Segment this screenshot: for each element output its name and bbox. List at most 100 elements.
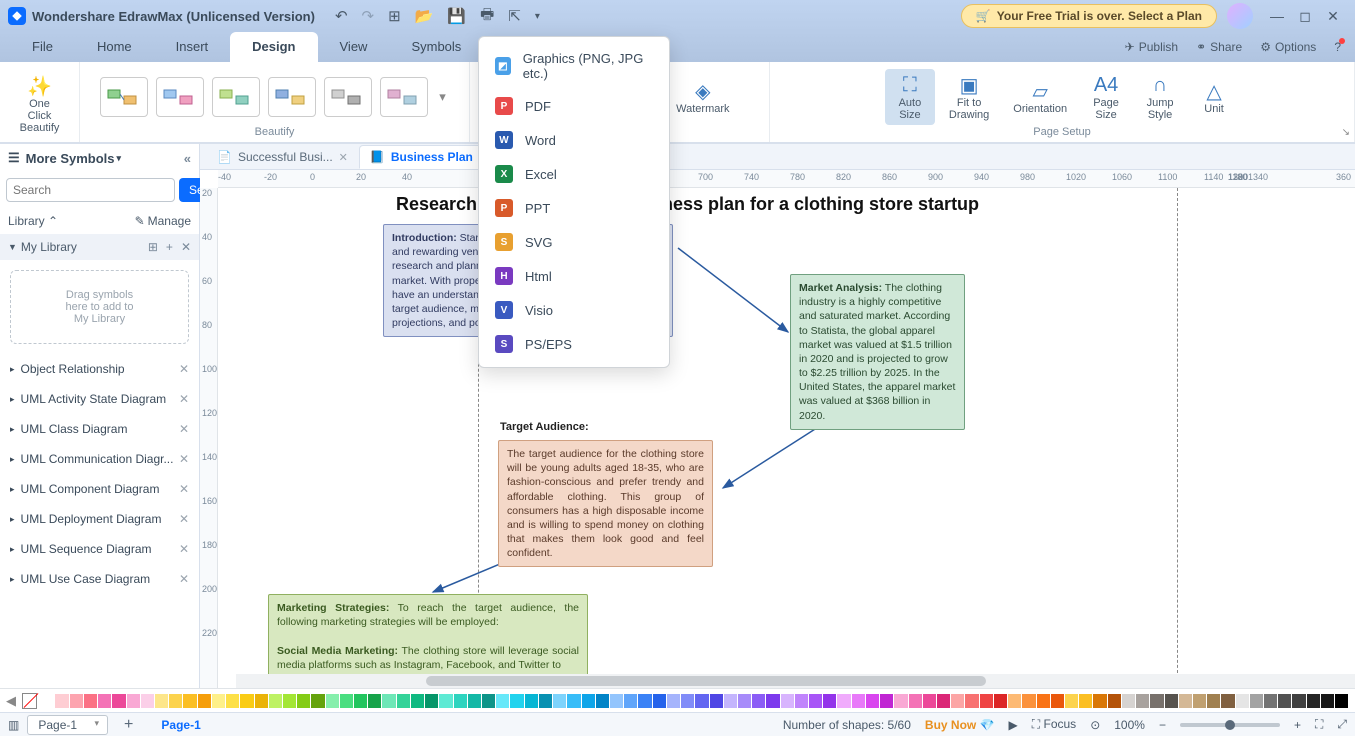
open-icon[interactable]: 📂: [415, 7, 434, 25]
jump-style-button[interactable]: ∩Jump Style: [1135, 69, 1185, 125]
help-button[interactable]: ?: [1334, 40, 1341, 54]
color-swatch[interactable]: [1179, 694, 1192, 708]
maximize-button[interactable]: ◻: [1291, 8, 1319, 25]
color-swatch[interactable]: [894, 694, 907, 708]
zoom-out-button[interactable]: −: [1159, 718, 1166, 732]
color-swatch[interactable]: [681, 694, 694, 708]
color-swatch[interactable]: [1292, 694, 1305, 708]
color-swatch[interactable]: [141, 694, 154, 708]
color-swatch[interactable]: [1150, 694, 1163, 708]
orientation-button[interactable]: ▱Orientation: [1003, 75, 1077, 119]
color-swatch[interactable]: [1136, 694, 1149, 708]
color-swatch[interactable]: [127, 694, 140, 708]
color-swatch[interactable]: [198, 694, 211, 708]
redo-icon[interactable]: ↷: [362, 7, 375, 25]
color-swatch[interactable]: [297, 694, 310, 708]
color-swatch[interactable]: [382, 694, 395, 708]
color-swatch[interactable]: [1307, 694, 1320, 708]
library-category-item[interactable]: ▸UML Communication Diagr...✕: [0, 444, 199, 474]
color-swatch[interactable]: [525, 694, 538, 708]
export-pdf-item[interactable]: PPDF: [479, 89, 669, 123]
color-swatch[interactable]: [183, 694, 196, 708]
chevron-down-icon[interactable]: ▼: [8, 242, 17, 252]
theme-swatch-4[interactable]: [268, 77, 316, 117]
color-swatch[interactable]: [1278, 694, 1291, 708]
new-icon[interactable]: ⊞: [388, 7, 401, 25]
library-category-item[interactable]: ▸UML Sequence Diagram✕: [0, 534, 199, 564]
export-icon[interactable]: ⇱: [508, 7, 521, 25]
color-swatch[interactable]: [510, 694, 523, 708]
color-swatch[interactable]: [837, 694, 850, 708]
one-click-beautify-button[interactable]: ✨One Click Beautify: [10, 70, 70, 138]
save-icon[interactable]: 💾: [447, 7, 466, 25]
color-swatch[interactable]: [255, 694, 268, 708]
close-library-icon[interactable]: ✕: [181, 240, 191, 254]
library-category-item[interactable]: ▸UML Use Case Diagram✕: [0, 564, 199, 594]
export-pseps-item[interactable]: SPS/EPS: [479, 327, 669, 361]
color-swatch[interactable]: [624, 694, 637, 708]
color-swatch[interactable]: [468, 694, 481, 708]
add-symbol-icon[interactable]: +: [166, 240, 173, 254]
color-swatch[interactable]: [880, 694, 893, 708]
color-swatch[interactable]: [724, 694, 737, 708]
color-swatch[interactable]: [695, 694, 708, 708]
color-swatch[interactable]: [311, 694, 324, 708]
color-swatch[interactable]: [710, 694, 723, 708]
theme-swatch-3[interactable]: [212, 77, 260, 117]
color-swatch[interactable]: [653, 694, 666, 708]
color-swatch[interactable]: [269, 694, 282, 708]
close-category-icon[interactable]: ✕: [179, 422, 189, 436]
my-library-label[interactable]: My Library: [21, 240, 77, 254]
color-swatch[interactable]: [41, 694, 54, 708]
palette-prev-icon[interactable]: ◀: [6, 693, 16, 709]
export-excel-item[interactable]: XExcel: [479, 157, 669, 191]
close-category-icon[interactable]: ✕: [179, 362, 189, 376]
menu-design[interactable]: Design: [230, 32, 317, 62]
color-swatch[interactable]: [1122, 694, 1135, 708]
fullscreen-icon[interactable]: ⤢: [1337, 717, 1347, 732]
color-swatch[interactable]: [553, 694, 566, 708]
close-tab-icon[interactable]: ✕: [339, 151, 348, 164]
node-market-analysis[interactable]: Market Analysis: The clothing industry i…: [790, 274, 965, 430]
color-swatch[interactable]: [155, 694, 168, 708]
no-fill-swatch[interactable]: [22, 693, 37, 709]
color-swatch[interactable]: [667, 694, 680, 708]
horizontal-scrollbar[interactable]: [236, 674, 1355, 688]
color-swatch[interactable]: [1079, 694, 1092, 708]
page-selector[interactable]: Page-1: [27, 715, 108, 735]
library-category-item[interactable]: ▸Object Relationship✕: [0, 354, 199, 384]
library-category-item[interactable]: ▸UML Class Diagram✕: [0, 414, 199, 444]
color-swatch[interactable]: [795, 694, 808, 708]
color-swatch[interactable]: [980, 694, 993, 708]
color-swatch[interactable]: [1193, 694, 1206, 708]
color-swatch[interactable]: [1250, 694, 1263, 708]
export-word-item[interactable]: WWord: [479, 123, 669, 157]
export-svg-item[interactable]: SSVG: [479, 225, 669, 259]
color-swatch[interactable]: [212, 694, 225, 708]
node-target-audience[interactable]: The target audience for the clothing sto…: [498, 440, 713, 567]
watermark-button[interactable]: ◈Watermark: [666, 75, 739, 119]
fit-page-icon[interactable]: ⛶: [1315, 717, 1323, 732]
symbol-search-input[interactable]: [6, 178, 175, 202]
color-swatch[interactable]: [226, 694, 239, 708]
menu-symbols[interactable]: Symbols: [389, 32, 483, 62]
color-swatch[interactable]: [1165, 694, 1178, 708]
color-swatch[interactable]: [923, 694, 936, 708]
fit-drawing-button[interactable]: ▣Fit to Drawing: [939, 69, 999, 125]
color-swatch[interactable]: [283, 694, 296, 708]
publish-button[interactable]: ✈ Publish: [1125, 40, 1178, 54]
color-swatch[interactable]: [781, 694, 794, 708]
color-swatch[interactable]: [425, 694, 438, 708]
color-swatch[interactable]: [1093, 694, 1106, 708]
color-swatch[interactable]: [752, 694, 765, 708]
color-swatch[interactable]: [98, 694, 111, 708]
export-graphics-item[interactable]: ◩Graphics (PNG, JPG etc.): [479, 43, 669, 89]
close-category-icon[interactable]: ✕: [179, 482, 189, 496]
color-swatch[interactable]: [965, 694, 978, 708]
color-swatch[interactable]: [852, 694, 865, 708]
color-swatch[interactable]: [1022, 694, 1035, 708]
color-swatch[interactable]: [823, 694, 836, 708]
color-swatch[interactable]: [766, 694, 779, 708]
pages-icon[interactable]: ▥: [8, 718, 19, 732]
close-category-icon[interactable]: ✕: [179, 452, 189, 466]
